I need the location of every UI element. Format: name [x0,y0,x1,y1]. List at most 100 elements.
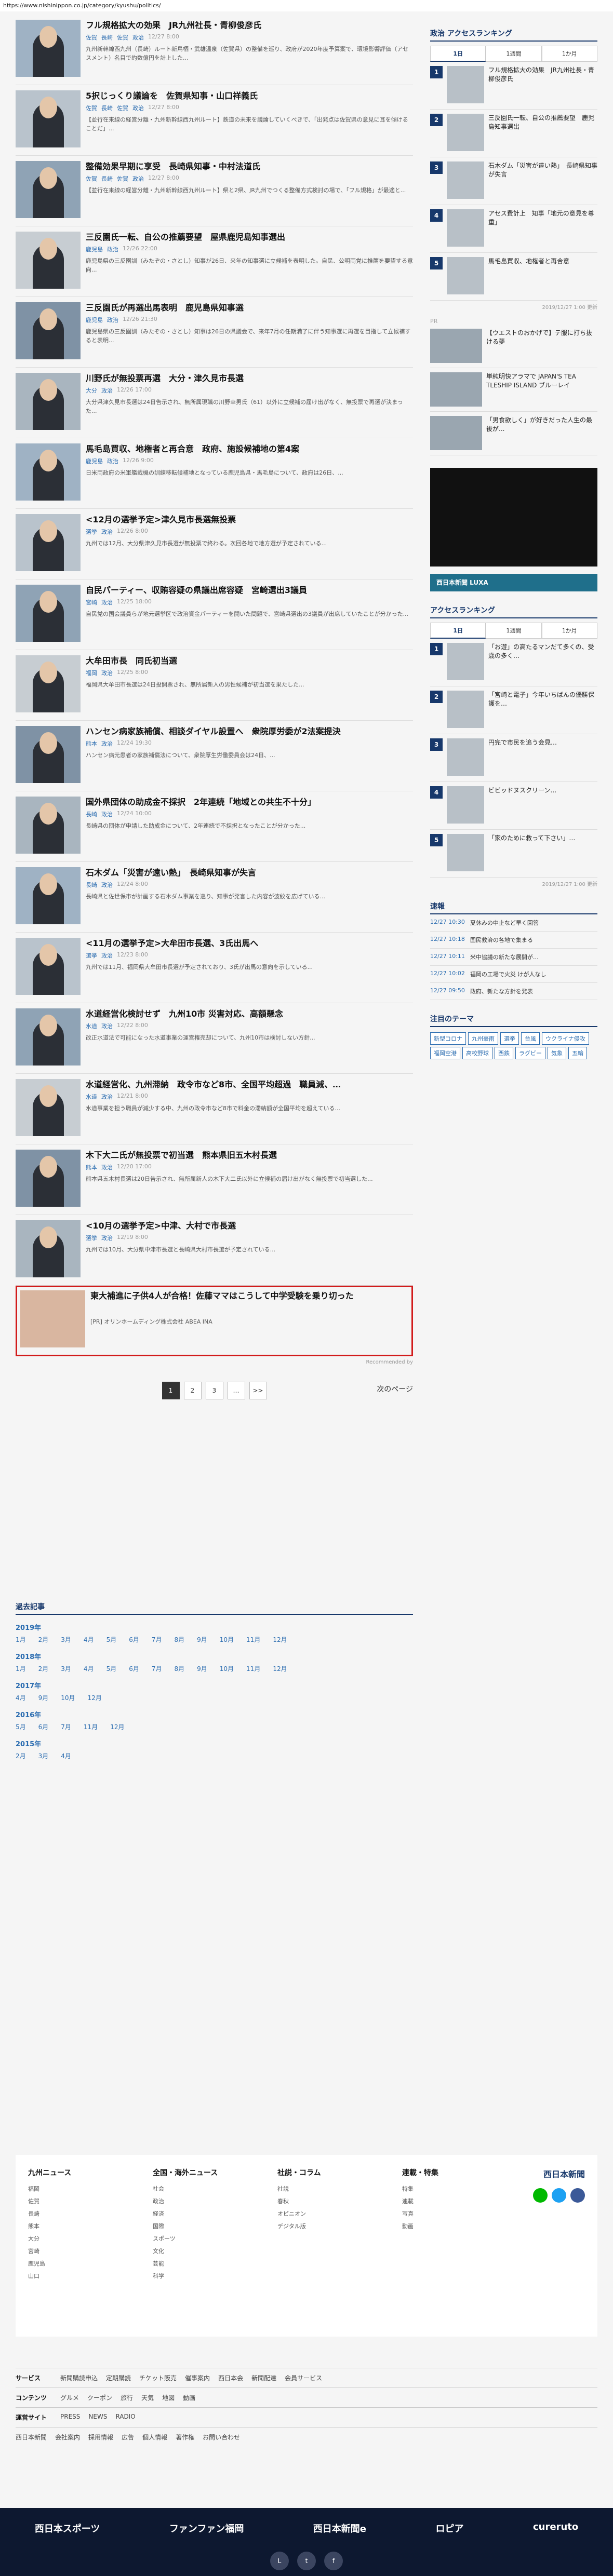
article-title[interactable]: ハンセン病家族補償、相談ダイヤル設置へ 衆院厚労委が2法案提決 [86,726,413,737]
article-title[interactable]: 国外県団体の助成金不採択 2年連続「地域との共生不十分」 [86,797,413,808]
article-title[interactable]: 大牟田市長 同氏初当選 [86,655,413,667]
archive-year[interactable]: 2019年 [16,1622,413,1632]
group-site-logo[interactable]: ロピア [436,2521,464,2535]
bottom-nav-link[interactable]: RADIO [115,2413,135,2422]
article-thumbnail[interactable] [16,232,81,289]
page-button[interactable]: 2 [183,1382,202,1399]
article-tag[interactable]: 政治 [107,245,118,253]
news-item[interactable]: 12/27 09:50 政府、新たな方針を発表 [430,983,597,1000]
article-thumbnail[interactable] [16,1008,81,1066]
ranking-title[interactable]: アセス費計上 知事「地元の意見を尊重」 [488,209,597,248]
article-item[interactable]: 馬毛島買収、地権者と再合意 政府、施設候補地の第4案 鹿児島 政治 12/26 9:0… [16,438,413,509]
article-tag[interactable]: 政治 [107,457,118,465]
article-tag[interactable]: 長崎 [86,810,97,818]
archive-month-link[interactable]: 6月 [38,1722,49,1731]
article-item[interactable]: 5択じっくり議論を 佐賀県知事・山口祥義氏 佐賀 長崎 佐賀 政治 12/27 8:00 【… [16,85,413,156]
ranking-title[interactable]: 石木ダム「災害が遠い熱」 長崎県知事が失言 [488,161,597,200]
company-link[interactable]: 個人情報 [142,2433,167,2442]
article-thumbnail[interactable] [16,443,81,501]
footer-link[interactable]: 芸能 [153,2258,218,2270]
ranking-thumbnail[interactable] [447,738,484,776]
article-item[interactable]: <11月の選挙予定>大牟田市長選、3氏出馬へ 選挙 政治 12/23 8:00 九州では… [16,933,413,1003]
article-title[interactable]: 木下大二氏が無投票で初当選 熊本県旧五木村長選 [86,1150,413,1161]
archive-year[interactable]: 2015年 [16,1738,413,1748]
news-title[interactable]: 政府、新たな方針を発表 [470,987,533,995]
footer-link[interactable]: 政治 [153,2195,218,2208]
ranking-title[interactable]: 馬毛島買収、地権者と再合意 [488,257,569,296]
footer-link[interactable]: 長崎 [28,2208,71,2220]
archive-month-link[interactable]: 10月 [220,1635,234,1644]
footer-link[interactable]: 写真 [402,2208,438,2220]
url-bar[interactable]: https://www.nishinippon.co.jp/category/k… [0,0,613,11]
article-title[interactable]: 水道経営化、九州滞納 政令市など8市、全国平均超過 職員減、… [86,1079,413,1090]
bottom-nav-link[interactable]: チケット販売 [139,2373,177,2382]
group-site-logo[interactable]: 西日本スポーツ [35,2521,100,2535]
bottom-nav-link[interactable]: 定期購読 [106,2373,131,2382]
article-item[interactable]: 国外県団体の助成金不採択 2年連続「地域との共生不十分」 長崎 政治 12/24 10… [16,791,413,862]
article-thumbnail[interactable] [16,655,81,712]
article-tag[interactable]: 佐賀 [86,104,97,112]
article-tag[interactable]: 政治 [101,951,113,960]
article-item[interactable]: 石木ダム「災害が遠い熱」 長崎県知事が失言 長崎 政治 12/24 8:00 長崎県と佐… [16,862,413,933]
archive-month-link[interactable]: 2月 [38,1635,49,1644]
theme-tag[interactable]: 九州豪雨 [468,1032,498,1045]
article-tag[interactable]: 鹿児島 [86,245,103,253]
group-site-logo[interactable]: ファンファン福岡 [169,2521,244,2535]
article-title[interactable]: 整備効果早期に享受 長崎県知事・中村法道氏 [86,161,413,172]
ranking-tab[interactable]: 1週間 [486,623,542,639]
promo-thumbnail[interactable] [430,372,482,407]
ranking-item[interactable]: 5 「家のために救って下さい」… [430,830,597,878]
sponsored-title[interactable]: 東大補進に子供4人が合格！佐藤ママはこうして中学受験を乗り切った [90,1290,408,1302]
company-link[interactable]: 西日本新聞 [16,2433,47,2442]
theme-tag[interactable]: ウクライナ侵攻 [542,1032,589,1045]
bottom-nav-link[interactable]: クーポン [87,2393,112,2402]
archive-year[interactable]: 2017年 [16,1680,413,1690]
ranking-title[interactable]: 円完で市民を追う会見… [488,738,557,777]
archive-month-link[interactable]: 6月 [129,1664,139,1673]
footer-link[interactable]: 動画 [402,2220,438,2233]
footer-link[interactable]: 特集 [402,2183,438,2195]
ranking-thumbnail[interactable] [447,786,484,824]
footer-link[interactable]: 大分 [28,2233,71,2245]
article-thumbnail[interactable] [16,1150,81,1207]
theme-tag[interactable]: 西鉄 [495,1047,513,1059]
promo-thumbnail[interactable] [430,329,482,363]
article-tag[interactable]: 選挙 [86,951,97,960]
news-title[interactable]: 夏休みの中止など早く回答 [470,919,539,927]
news-title[interactable]: 米中協議の新たな展開が… [470,953,539,961]
article-tag[interactable]: 水道 [86,1022,97,1030]
promo-thumbnail[interactable] [430,416,482,450]
article-item[interactable]: 水道経営化検討せず 九州10市 災害対応、高額懸念 水道 政治 12/22 8:00 改… [16,1003,413,1074]
footer-column-heading[interactable]: 九州ニュース [28,2167,71,2178]
archive-month-link[interactable]: 9月 [38,1693,49,1702]
promo-item[interactable]: 「男食欲しく」が好きだった人生の最後が... [430,412,597,455]
news-item[interactable]: 12/27 10:30 夏休みの中止など早く回答 [430,914,597,932]
article-tag[interactable]: 佐賀 [117,104,128,112]
theme-tag[interactable]: 気象 [548,1047,566,1059]
article-thumbnail[interactable] [16,1220,81,1277]
theme-tag[interactable]: ラグビー [515,1047,545,1059]
ranking-item[interactable]: 2 三反園氏一転、自公の推薦要望 鹿児島知事選出 [430,110,597,157]
article-tag[interactable]: 政治 [101,881,113,889]
page-button[interactable]: 3 [205,1382,223,1399]
archive-month-link[interactable]: 12月 [273,1664,287,1673]
ranking-item[interactable]: 3 石木ダム「災害が遠い熱」 長崎県知事が失言 [430,157,597,205]
ranking-thumbnail[interactable] [447,643,484,680]
bottom-nav-link[interactable]: 新聞配達 [251,2373,276,2382]
archive-month-link[interactable]: 7月 [152,1664,162,1673]
article-thumbnail[interactable] [16,161,81,218]
article-tag[interactable]: 政治 [132,104,144,112]
article-title[interactable]: 5択じっくり議論を 佐賀県知事・山口祥義氏 [86,90,413,102]
archive-month-link[interactable]: 11月 [246,1664,260,1673]
promo-title[interactable]: 【ウエストのおかげで】テ服に打ち抜ける夢 [486,329,597,363]
archive-month-link[interactable]: 8月 [174,1635,184,1644]
article-item[interactable]: 三反園氏が再選出馬表明 鹿児島県知事選 鹿児島 政治 12/26 21:30 鹿児島県の… [16,297,413,368]
archive-month-link[interactable]: 3月 [38,1751,49,1760]
article-thumbnail[interactable] [16,938,81,995]
bottom-nav-link[interactable]: 新聞購読申込 [60,2373,98,2382]
theme-tag[interactable]: 高校野球 [462,1047,492,1059]
archive-month-link[interactable]: 12月 [110,1722,124,1731]
article-tag[interactable]: 佐賀 [117,174,128,183]
footer-brand[interactable]: 西日本新聞 [543,2167,585,2180]
company-link[interactable]: 著作権 [176,2433,194,2442]
